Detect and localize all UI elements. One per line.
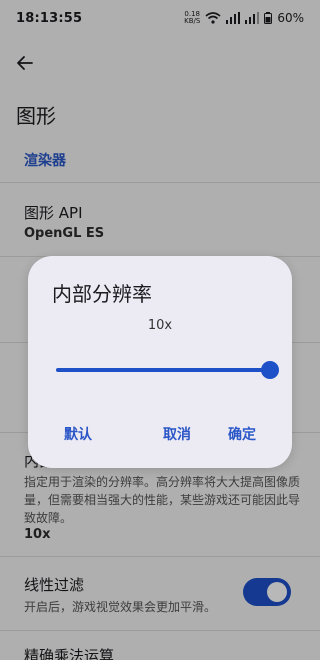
resolution-slider[interactable] [56, 360, 279, 380]
default-button[interactable]: 默认 [64, 424, 92, 444]
resolution-dialog: 内部分辨率 10x 默认 取消 确定 [28, 256, 292, 468]
dialog-value: 10x [147, 318, 173, 333]
dialog-title: 内部分辨率 [52, 282, 152, 306]
ok-button[interactable]: 确定 [228, 424, 256, 444]
slider-track [56, 368, 270, 372]
cancel-button[interactable]: 取消 [163, 424, 191, 444]
slider-thumb[interactable] [261, 361, 279, 379]
